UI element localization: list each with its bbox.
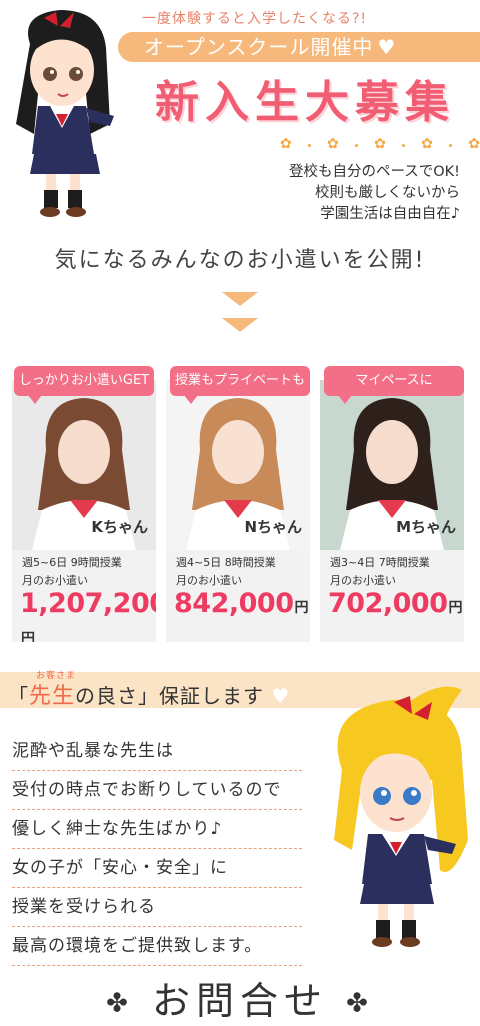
guarantee-line: 授業を受けられる [12,888,302,927]
student-card-k[interactable]: Kちゃん 週5~6日 9時間授業 月のお小遣い 1,207,200円 [12,380,156,642]
card-tag: しっかりお小遣いGET [14,366,154,404]
guarantee-title: 「先生の良さ」保証します ♥ [8,684,291,709]
clover-icon: ✤ [346,988,374,1019]
flower-divider: ✿ ・ ✿ ・ ✿ ・ ✿ ・ ✿ [280,136,480,155]
page-title: 新入生大募集 [155,77,455,128]
hero-teaser: 一度体験すると入学したくなる?! [142,11,368,27]
hero-copy: 登校も自分のペースでOK! 校則も厳しくないから 学園生活は自由自在♪ [250,162,460,225]
hero-copy-line: 学園生活は自由自在♪ [320,206,460,222]
allowance-label: 月のお小遣い [330,574,396,587]
guarantee-line: 優しく紳士な先生ばかり♪ [12,810,302,849]
student-card-m[interactable]: Mちゃん 週3~4日 7時間授業 月のお小遣い 702,000円 [320,380,464,642]
guarantee-line: 最高の環境をご提供致します。 [12,927,302,966]
allowance-heading: 気になるみんなのお小遣いを公開! [54,248,426,273]
allowance-amount: 842,000円 [174,588,308,619]
heart-icon: ♥ [271,684,291,708]
guarantee-copy: 泥酔や乱暴な先生は 受付の時点でお断りしているので 優しく紳士な先生ばかり♪ 女… [12,732,302,966]
allowance-amount: 1,207,200円 [20,588,156,642]
blonde-schoolgirl-illustration [334,686,468,947]
card-tag: マイペースに [324,366,464,404]
heart-icon: ♥ [377,35,397,59]
contact-heading[interactable]: ✤ お問合せ ✤ [0,970,480,1025]
guarantee-line: 受付の時点でお断りしているので [12,771,302,810]
flower-icon: ✿ [374,136,386,152]
allowance-amount: 702,000円 [328,588,462,619]
student-name: Mちゃん [396,518,456,536]
clover-icon: ✤ [106,988,134,1019]
flower-icon: ✿ [468,136,480,152]
hero-section: 一度体験すると入学したくなる?! オープンスクール開催中 ♥ 新入生大募集 ✿ ・ … [0,0,480,230]
flower-icon: ✿ [421,136,433,152]
student-schedule: 週4~5日 8時間授業 [176,556,276,569]
flower-icon: ✿ [280,136,292,152]
arrow-down-icon [222,318,258,332]
guarantee-line: 泥酔や乱暴な先生は [12,732,302,771]
card-tag: 授業もプライベートも [170,366,310,404]
student-name: Kちゃん [91,518,148,536]
student-name: Nちゃん [244,518,302,536]
hero-copy-line: 校則も厳しくないから [315,185,460,201]
hero-copy-line: 登校も自分のペースでOK! [288,164,460,180]
arrow-down-icon [222,292,258,306]
open-school-label: オープンスクール開催中 [144,35,374,59]
student-schedule: 週5~6日 9時間授業 [22,556,122,569]
student-schedule: 週3~4日 7時間授業 [330,556,430,569]
schoolgirl-illustration [16,10,114,217]
student-card-n[interactable]: Nちゃん 週4~5日 8時間授業 月のお小遣い 842,000円 [166,380,310,642]
flower-icon: ✿ [327,136,339,152]
allowance-label: 月のお小遣い [22,574,88,587]
contact-label[interactable]: お問合せ [152,979,328,1023]
guarantee-line: 女の子が「安心・安全」に [12,849,302,888]
allowance-label: 月のお小遣い [176,574,242,587]
open-school-banner: オープンスクール開催中 ♥ [118,32,480,62]
